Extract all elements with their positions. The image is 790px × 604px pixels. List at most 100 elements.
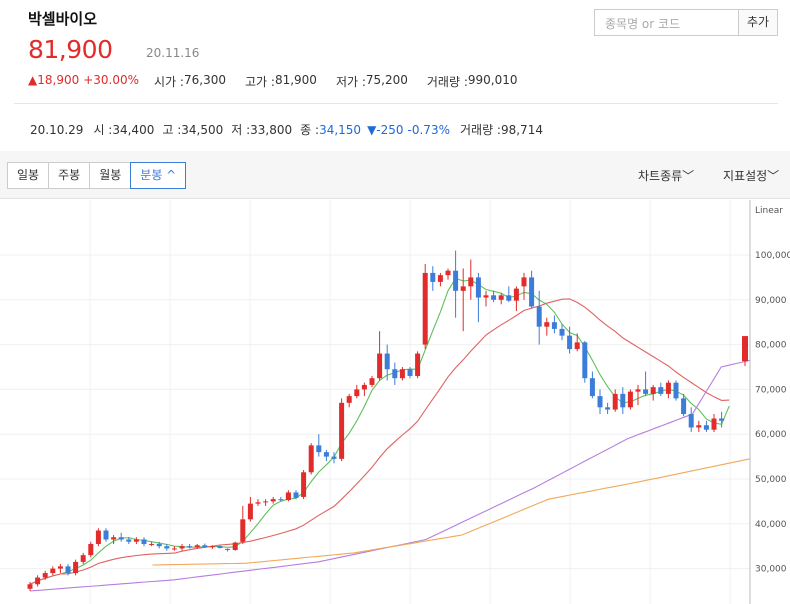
tab-daily[interactable]: 일봉 <box>7 162 50 189</box>
candle-body <box>247 503 253 520</box>
candle-body <box>240 519 246 542</box>
candle <box>688 407 694 432</box>
y-axis-tick-label: 100,000 <box>755 251 790 261</box>
candle-body <box>605 407 611 410</box>
candle-body <box>460 286 466 291</box>
candle <box>582 341 588 383</box>
candle-body <box>665 382 671 394</box>
candlestick-chart[interactable]: Linear 100,000 90,000 80,000 70,000 60,000 50… <box>0 200 790 604</box>
hover-low-label: 저 : <box>231 123 251 137</box>
candle <box>293 490 299 500</box>
candle-body <box>742 336 748 362</box>
candle <box>711 414 717 432</box>
tab-minute[interactable]: 분봉 ^ <box>130 162 187 189</box>
candle <box>377 331 383 381</box>
candle <box>551 315 557 334</box>
candle-body <box>612 393 618 410</box>
stock-search-input[interactable]: 종목명 or 코드 <box>594 9 738 36</box>
candle-body <box>194 545 200 548</box>
hover-high: 34,500 <box>181 122 224 137</box>
hover-date: 20.10.29 <box>30 122 84 137</box>
candle-body <box>293 492 299 498</box>
price-change: ▲18,900 <box>28 73 80 87</box>
candle-body <box>650 387 656 394</box>
candle-body <box>80 555 86 562</box>
price-summary: ▲18,900 +30.00% 시가 : 76,300 고가 : 81,900 … <box>28 73 518 90</box>
candle-body <box>620 393 626 408</box>
scale-label: Linear <box>755 206 783 216</box>
candle <box>50 566 56 576</box>
open-value: 76,300 <box>183 73 226 87</box>
candle <box>88 541 94 558</box>
hover-volume-label: 거래량 : <box>459 123 501 137</box>
candle-body <box>445 270 451 276</box>
candle <box>316 434 322 457</box>
candle <box>255 499 261 506</box>
candle-body <box>643 389 649 394</box>
candle-body <box>88 543 94 556</box>
candle-body <box>468 277 474 287</box>
hover-volume: 98,714 <box>500 122 543 137</box>
candle-body <box>187 546 193 548</box>
candle-body <box>323 452 329 457</box>
candle-body <box>149 543 155 545</box>
candle-body <box>392 369 398 379</box>
candle-body <box>339 402 345 459</box>
candle-body <box>369 378 375 385</box>
add-button[interactable]: 추가 <box>738 9 778 36</box>
candle-body <box>453 270 459 291</box>
candle-body <box>156 543 162 547</box>
candle-body <box>673 382 679 399</box>
candle <box>430 266 436 291</box>
chart-type-dropdown[interactable]: 차트종류﹀ <box>638 167 694 184</box>
candle-body <box>399 369 405 379</box>
candle <box>323 449 329 462</box>
ma120-line <box>152 458 751 566</box>
candle-body <box>437 275 443 282</box>
candle-body <box>415 353 421 376</box>
ma60-line <box>29 359 751 592</box>
candle-body <box>407 369 413 376</box>
candle-body <box>27 584 33 589</box>
tab-weekly[interactable]: 주봉 <box>48 162 91 189</box>
indicator-settings-dropdown[interactable]: 지표설정﹀ <box>723 167 779 184</box>
candle-body <box>559 328 565 336</box>
candle-body <box>422 272 428 345</box>
candle <box>445 268 451 280</box>
candle-body <box>711 418 717 430</box>
high-value: 81,900 <box>274 73 317 87</box>
price-change-pct: +30.00% <box>83 73 140 87</box>
volume-value: 990,010 <box>467 73 518 87</box>
candle <box>483 290 489 307</box>
hover-high-label: 고 : <box>162 123 182 137</box>
candle <box>673 380 679 401</box>
candle <box>605 402 611 415</box>
candle <box>80 552 86 565</box>
candle <box>453 250 459 318</box>
candle <box>719 411 725 428</box>
candle-body <box>582 342 588 379</box>
candle-body <box>126 539 132 542</box>
candle-body <box>361 384 367 390</box>
candle <box>468 259 474 300</box>
candle <box>35 575 41 587</box>
y-axis-tick-label: 60,000 <box>755 430 787 440</box>
candle <box>73 559 79 576</box>
candle-body <box>171 548 177 550</box>
candle <box>171 546 177 551</box>
candle <box>399 367 405 381</box>
hover-change: ▼-250 <box>367 122 404 137</box>
candle <box>133 537 139 544</box>
candle <box>635 384 641 406</box>
candle <box>95 528 101 547</box>
candle <box>247 496 253 522</box>
candle <box>544 317 550 336</box>
candle-body <box>475 277 481 298</box>
candle <box>354 384 360 399</box>
candle-body <box>118 537 124 540</box>
candle-body <box>627 391 633 408</box>
candle-body <box>316 445 322 453</box>
candle <box>491 290 497 303</box>
hover-change-pct: -0.73% <box>407 122 450 137</box>
tab-monthly[interactable]: 월봉 <box>89 162 132 189</box>
